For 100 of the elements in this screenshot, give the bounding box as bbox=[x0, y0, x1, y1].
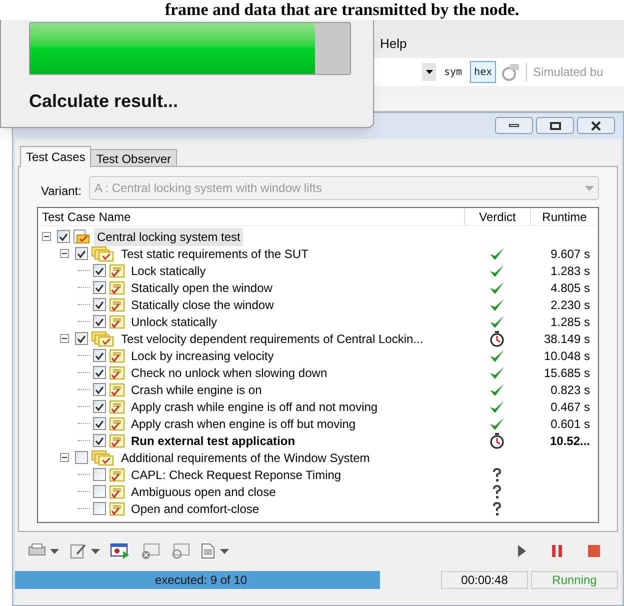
simulated-bus-label: Simulated bu bbox=[526, 63, 604, 81]
minimize-button[interactable] bbox=[495, 117, 533, 134]
checkbox[interactable] bbox=[93, 485, 106, 498]
folder-stack-icon bbox=[91, 246, 115, 262]
test-case-icon bbox=[109, 366, 125, 380]
test-case-name[interactable]: Apply crash while engine is off and not moving bbox=[128, 398, 381, 416]
notepad-button[interactable] bbox=[69, 543, 100, 559]
test-case-icon bbox=[109, 382, 125, 396]
test-case-icon bbox=[109, 400, 125, 414]
test-case-name[interactable]: Test velocity dependent requirements of Central Lockin... bbox=[118, 330, 426, 348]
collapse-toggle[interactable] bbox=[60, 453, 69, 462]
column-header[interactable]: Verdict bbox=[464, 208, 530, 225]
test-case-icon bbox=[109, 264, 125, 278]
pause-icon bbox=[552, 545, 562, 557]
runtime-value: 0.823 s bbox=[550, 382, 590, 398]
checkbox[interactable] bbox=[57, 230, 70, 243]
test-case-name[interactable]: Test static requirements of the SUT bbox=[118, 244, 312, 262]
progress-label: executed: 9 of 10 bbox=[155, 572, 248, 589]
runtime-value: 0.601 s bbox=[550, 416, 590, 432]
play-icon bbox=[518, 545, 526, 557]
test-case-name[interactable]: Run external test application bbox=[128, 432, 298, 450]
document-button[interactable] bbox=[200, 543, 229, 559]
checkbox[interactable] bbox=[93, 383, 106, 396]
test-case-icon bbox=[109, 468, 125, 482]
collapse-toggle[interactable] bbox=[42, 232, 51, 241]
dropdown-arrow-icon bbox=[91, 548, 100, 554]
column-header[interactable]: Runtime bbox=[530, 208, 598, 225]
run-state: Running bbox=[531, 571, 618, 589]
test-case-name[interactable]: Additional requirements of the Window System bbox=[118, 448, 373, 466]
dropdown-arrow-icon bbox=[220, 548, 229, 554]
test-case-icon bbox=[109, 434, 125, 448]
checkbox[interactable] bbox=[93, 349, 106, 362]
checkbox[interactable] bbox=[93, 417, 106, 430]
test-case-name[interactable]: Crash while engine is on bbox=[128, 380, 265, 398]
checkbox[interactable] bbox=[75, 451, 88, 464]
folder-stack-icon bbox=[91, 450, 115, 466]
runtime-value: 15.685 s bbox=[544, 364, 590, 382]
close-button[interactable] bbox=[577, 117, 615, 134]
checkbox[interactable] bbox=[93, 298, 106, 311]
window-run-button[interactable] bbox=[110, 543, 130, 559]
maximize-icon bbox=[550, 122, 560, 130]
test-case-name[interactable]: CAPL: Check Request Reponse Timing bbox=[128, 466, 344, 484]
document-icon bbox=[73, 229, 91, 244]
folder-stack-icon bbox=[91, 330, 115, 346]
document-icon bbox=[200, 543, 216, 559]
checkbox[interactable] bbox=[93, 281, 106, 294]
stop-icon bbox=[588, 545, 600, 557]
toggle-button[interactable]: sym bbox=[440, 61, 466, 83]
test-case-name[interactable]: Apply crash when engine is off but moving bbox=[128, 414, 359, 432]
test-case-name[interactable]: Lock statically bbox=[128, 262, 209, 280]
window-remove-button[interactable] bbox=[140, 543, 160, 559]
checkbox[interactable] bbox=[93, 400, 106, 413]
test-case-icon bbox=[109, 298, 125, 312]
test-case-name[interactable]: Unlock statically bbox=[128, 312, 220, 330]
dropdown-arrow-icon bbox=[585, 186, 594, 190]
test-case-name[interactable]: Check no unlock when slowing down bbox=[128, 364, 330, 382]
test-case-name[interactable]: Open and comfort-close bbox=[128, 500, 262, 518]
checkbox[interactable] bbox=[93, 502, 106, 515]
checkbox[interactable] bbox=[93, 264, 106, 277]
checkbox[interactable] bbox=[93, 434, 106, 447]
runtime-value: 1.283 s bbox=[550, 262, 590, 280]
maximize-button[interactable] bbox=[536, 117, 574, 134]
tab[interactable]: Test Observer bbox=[90, 149, 178, 167]
collapse-toggle[interactable] bbox=[60, 249, 69, 258]
runtime-value: 10.048 s bbox=[544, 348, 590, 364]
runtime-value: 10.52... bbox=[550, 432, 590, 450]
checkbox[interactable] bbox=[75, 247, 88, 260]
document-caption: frame and data that are transmitted by the node. bbox=[164, 0, 520, 20]
runtime-value: 2.230 s bbox=[550, 296, 590, 314]
test-case-icon bbox=[109, 280, 125, 294]
elapsed-time: 00:00:48 bbox=[441, 571, 528, 589]
checkbox[interactable] bbox=[75, 332, 88, 345]
column-header[interactable]: Test Case Name bbox=[38, 208, 464, 225]
checkbox[interactable] bbox=[93, 366, 106, 379]
menu-item[interactable]: Help bbox=[380, 34, 407, 54]
tab[interactable]: Test Cases bbox=[20, 146, 92, 167]
status-message: Calculate result... bbox=[29, 90, 180, 113]
runtime-value: 1.285 s bbox=[550, 314, 590, 330]
runtime-value: 38.149 s bbox=[544, 330, 590, 348]
test-case-name[interactable]: Statically close the window bbox=[128, 296, 277, 314]
test-case-name[interactable]: Lock by increasing velocity bbox=[128, 346, 277, 364]
test-case-name[interactable]: Statically open the window bbox=[128, 278, 276, 296]
runtime-value: 9.607 s bbox=[550, 246, 590, 262]
test-case-icon bbox=[109, 348, 125, 362]
test-case-name[interactable]: Central locking system test bbox=[94, 228, 244, 246]
checkbox[interactable] bbox=[93, 315, 106, 328]
variant-label: Variant: bbox=[40, 183, 82, 200]
close-icon bbox=[590, 120, 602, 130]
checkbox[interactable] bbox=[93, 468, 106, 481]
window-run-icon bbox=[110, 543, 130, 559]
test-case-name[interactable]: Ambiguous open and close bbox=[128, 482, 279, 500]
dropdown-arrow-icon bbox=[50, 548, 59, 554]
test-case-icon bbox=[109, 484, 125, 498]
test-case-icon bbox=[109, 502, 125, 516]
test-case-icon bbox=[109, 314, 125, 328]
notepad-icon bbox=[69, 543, 87, 559]
collapse-toggle[interactable] bbox=[60, 334, 69, 343]
window-remove-icon bbox=[140, 543, 160, 559]
toggle-button[interactable]: hex bbox=[470, 61, 496, 83]
test-case-icon bbox=[109, 416, 125, 430]
